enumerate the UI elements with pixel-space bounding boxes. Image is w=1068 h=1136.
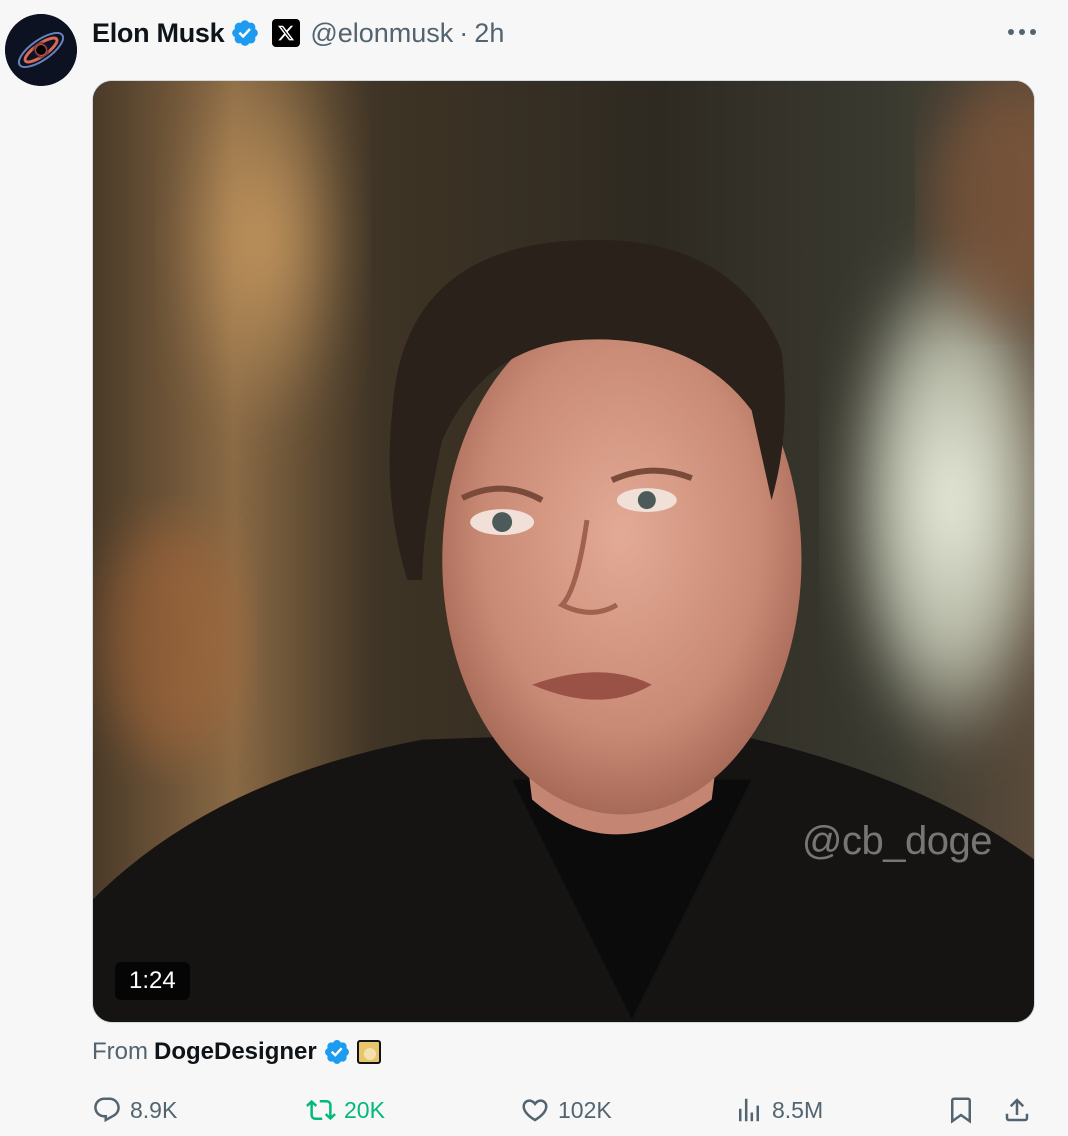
view-count: 8.5M <box>772 1096 824 1123</box>
author-name[interactable]: Elon Musk <box>92 18 225 49</box>
galaxy-avatar-image <box>5 14 77 86</box>
avatar[interactable] <box>5 14 77 86</box>
like-button[interactable]: 102K <box>520 1090 612 1130</box>
author-handle[interactable]: @elonmusk <box>310 18 453 49</box>
verified-badge-icon[interactable] <box>230 18 260 48</box>
share-upload-icon <box>1005 1098 1029 1122</box>
analytics-bars-icon <box>739 1098 759 1122</box>
reply-button[interactable]: 8.9K <box>92 1090 177 1130</box>
like-count: 102K <box>558 1096 612 1123</box>
verified-badge-icon <box>324 1040 349 1064</box>
dot-1 <box>1008 29 1014 35</box>
separator-dot: · <box>459 17 469 48</box>
repost-icon <box>306 1099 336 1121</box>
video-watermark: @cb_doge <box>801 819 993 863</box>
share-button[interactable] <box>1002 1090 1032 1130</box>
source-account-link[interactable]: DogeDesigner <box>154 1038 317 1066</box>
action-bar: 8.9K 20K 102K 8.5M <box>92 1090 1037 1130</box>
video-player[interactable]: @cb_doge 1:24 <box>92 80 1035 1023</box>
post-header: Elon Musk @elonmusk · 2h <box>92 14 504 52</box>
bookmark-button[interactable] <box>946 1090 976 1130</box>
video-thumbnail <box>93 81 1034 1022</box>
dot-2 <box>1019 29 1025 35</box>
reply-count: 8.9K <box>130 1096 178 1123</box>
heart-icon <box>522 1099 548 1122</box>
views-button[interactable]: 8.5M <box>734 1090 823 1130</box>
video-duration-badge: 1:24 <box>115 962 190 1000</box>
doge-affiliation-icon[interactable] <box>356 1040 381 1064</box>
repost-button[interactable]: 20K <box>306 1090 385 1130</box>
video-source-attribution: From DogeDesigner <box>92 1038 381 1066</box>
dot-3 <box>1030 29 1036 35</box>
reply-icon <box>94 1097 120 1123</box>
source-prefix: From <box>92 1038 148 1065</box>
bookmark-icon <box>951 1097 971 1124</box>
post-timestamp[interactable]: 2h <box>474 18 504 49</box>
more-dots-icon[interactable] <box>1008 22 1038 42</box>
x-affiliation-icon[interactable] <box>272 19 301 47</box>
tweet: Elon Musk @elonmusk · 2h @cb_doge 1:24 F… <box>0 0 1068 1136</box>
repost-count: 20K <box>344 1096 385 1123</box>
